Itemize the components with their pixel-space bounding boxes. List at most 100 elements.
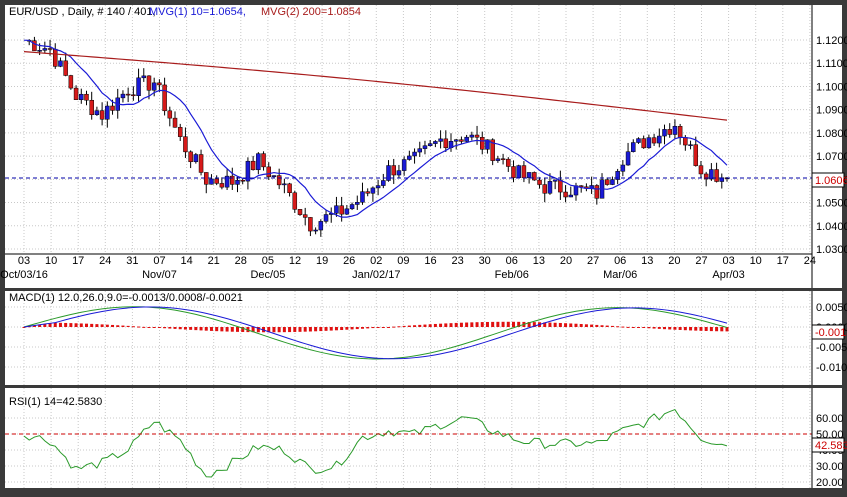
rsi-y-tick-label: 20.00 bbox=[816, 477, 844, 489]
macd-current-label: -0.0013 bbox=[815, 327, 847, 339]
price-y-tick-label: 1.1000 bbox=[816, 81, 847, 93]
macd-histogram-bar bbox=[475, 322, 479, 327]
bull-candle bbox=[636, 138, 641, 143]
bull-candle bbox=[37, 50, 42, 52]
bull-candle bbox=[464, 136, 469, 142]
macd-histogram-bar bbox=[600, 325, 604, 327]
macd-histogram-bar bbox=[558, 322, 562, 327]
macd-histogram-bar bbox=[53, 322, 57, 327]
x-tick-label: 24 bbox=[99, 255, 111, 267]
price-y-tick-label: 1.0700 bbox=[816, 151, 847, 163]
macd-histogram-bar bbox=[277, 327, 281, 333]
x-tick-label: 03 bbox=[18, 255, 30, 267]
macd-histogram-bar bbox=[366, 327, 370, 329]
bear-candle bbox=[698, 165, 704, 175]
macd-histogram-bar bbox=[449, 323, 453, 327]
bull-candle bbox=[407, 155, 412, 160]
x-tick-label: 27 bbox=[587, 255, 599, 267]
bear-candle bbox=[167, 110, 173, 119]
macd-histogram-bar bbox=[116, 325, 120, 327]
macd-histogram-bar bbox=[423, 324, 427, 327]
macd-legend: MACD(1) 12.0,26.0,9.0=-0.0013/0.0008/-0.… bbox=[9, 292, 243, 304]
macd-histogram-bar bbox=[340, 327, 344, 331]
bear-candle bbox=[521, 165, 527, 179]
bull-candle bbox=[422, 145, 428, 149]
macd-histogram-bar bbox=[496, 321, 500, 327]
bear-candle bbox=[214, 178, 219, 184]
macd-histogram-bar bbox=[621, 326, 625, 328]
bull-candle bbox=[282, 183, 287, 186]
macd-histogram-bar bbox=[74, 323, 78, 327]
macd-histogram-bar bbox=[225, 327, 229, 332]
x-tick-label: 12 bbox=[289, 255, 301, 267]
macd-histogram-bar bbox=[79, 323, 83, 327]
x-tick-label: 09 bbox=[397, 255, 409, 267]
macd-histogram-bar bbox=[183, 327, 187, 330]
bear-candle bbox=[198, 154, 204, 173]
bull-candle bbox=[625, 151, 631, 166]
bear-candle bbox=[99, 110, 105, 120]
macd-histogram-bar bbox=[236, 327, 240, 332]
macd-histogram-bar bbox=[501, 321, 505, 327]
bear-candle bbox=[146, 75, 152, 91]
x-month-label: Jan/02/17 bbox=[352, 269, 400, 281]
price-legend-ma-short: MVG(1) 10=1.0654, bbox=[149, 6, 246, 18]
bear-candle bbox=[302, 214, 308, 218]
macd-histogram-bar bbox=[84, 323, 88, 327]
price-y-tick-label: 1.1100 bbox=[816, 58, 847, 70]
macd-y-tick-label: 0.0050 bbox=[816, 302, 847, 314]
macd-histogram-bar bbox=[298, 327, 302, 332]
x-tick-label: 19 bbox=[316, 255, 328, 267]
bull-candle bbox=[193, 154, 199, 163]
macd-histogram-bar bbox=[511, 321, 515, 327]
bull-candle bbox=[396, 170, 402, 176]
bull-candle bbox=[552, 179, 558, 182]
macd-histogram-bar bbox=[564, 323, 568, 327]
macd-histogram-bar bbox=[173, 327, 177, 329]
macd-histogram-bar bbox=[569, 323, 573, 327]
rsi-y-tick-label: 60.00 bbox=[816, 413, 844, 425]
macd-histogram-bar bbox=[553, 322, 557, 327]
macd-histogram-bar bbox=[288, 327, 292, 333]
bear-candle bbox=[287, 183, 292, 193]
price-y-tick-label: 1.0800 bbox=[816, 128, 847, 140]
macd-histogram-bar bbox=[673, 327, 677, 330]
bear-candle bbox=[480, 137, 485, 150]
bull-candle bbox=[657, 135, 662, 144]
bear-candle bbox=[47, 48, 53, 50]
bear-candle bbox=[177, 127, 183, 137]
macd-histogram-bar bbox=[345, 327, 349, 330]
macd-histogram-bar bbox=[631, 327, 635, 328]
x-tick-label: 24 bbox=[804, 255, 816, 267]
macd-histogram-bar bbox=[402, 325, 406, 327]
rsi-y-tick-label: 30.00 bbox=[816, 461, 844, 473]
macd-histogram-bar bbox=[704, 327, 708, 331]
bull-candle bbox=[401, 159, 407, 171]
bear-candle bbox=[714, 169, 719, 182]
x-tick-label: 30 bbox=[479, 255, 491, 267]
x-month-label: Oct/03/16 bbox=[0, 269, 48, 281]
x-tick-label: 10 bbox=[45, 255, 57, 267]
bull-candle bbox=[360, 191, 365, 203]
macd-histogram-bar bbox=[444, 323, 448, 327]
macd-histogram-bar bbox=[163, 327, 167, 329]
bull-candle bbox=[417, 148, 423, 153]
bull-candle bbox=[547, 181, 553, 194]
x-tick-label: 17 bbox=[777, 255, 789, 267]
x-tick-label: 20 bbox=[668, 255, 680, 267]
macd-histogram-bar bbox=[590, 324, 594, 327]
macd-histogram-bar bbox=[642, 327, 646, 328]
bull-candle bbox=[105, 105, 110, 120]
bull-candle bbox=[375, 185, 381, 189]
macd-histogram-bar bbox=[605, 325, 609, 327]
x-tick-label: 10 bbox=[750, 255, 762, 267]
macd-histogram-bar bbox=[387, 326, 391, 328]
x-tick-label: 17 bbox=[72, 255, 84, 267]
macd-histogram-bar bbox=[418, 324, 422, 327]
rsi-current-label: 42.583 bbox=[815, 440, 847, 452]
macd-histogram-bar bbox=[657, 327, 661, 329]
bull-candle bbox=[438, 138, 443, 142]
macd-histogram-bar bbox=[506, 321, 510, 327]
x-month-label: Feb/06 bbox=[495, 269, 529, 281]
price-legend-symbol: EUR/USD , Daily, # 140 / 401, bbox=[9, 6, 156, 18]
